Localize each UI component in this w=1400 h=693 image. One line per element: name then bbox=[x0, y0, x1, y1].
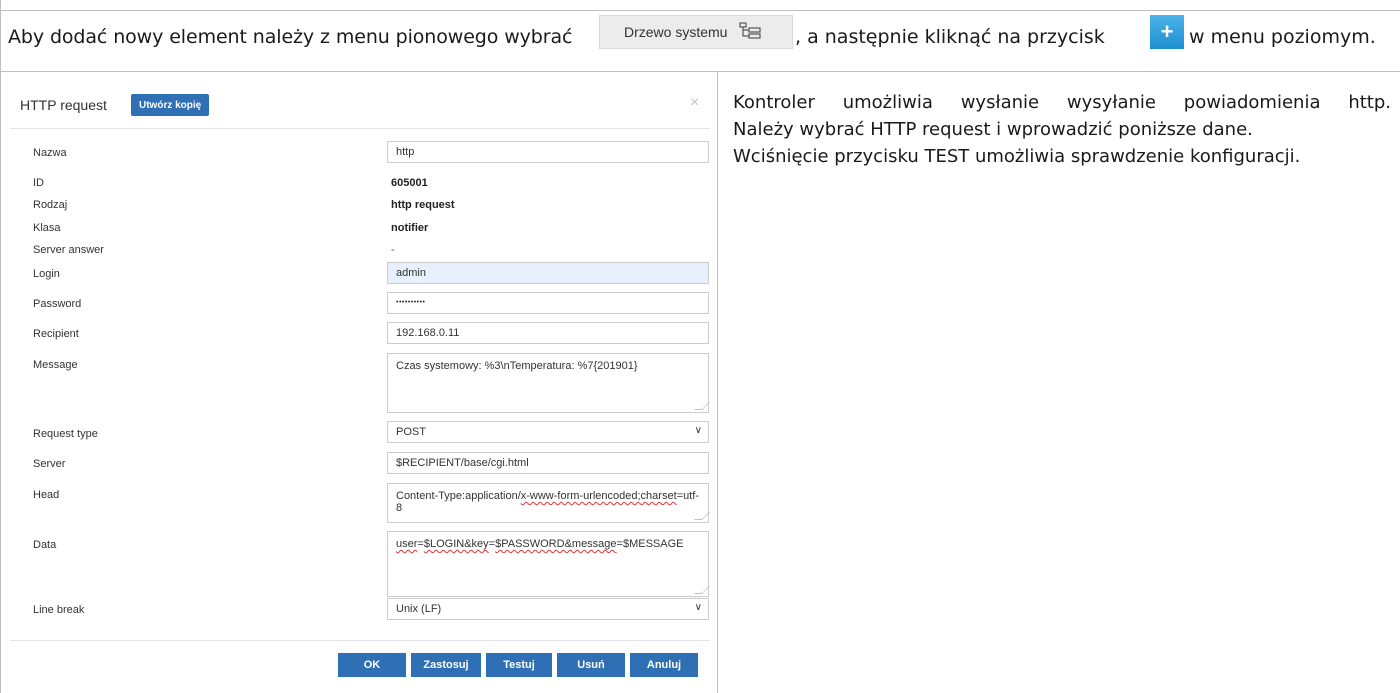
dialog-footer-divider bbox=[10, 640, 710, 641]
server-label: Server bbox=[33, 458, 66, 470]
request-type-value: POST bbox=[396, 426, 426, 438]
instruction-text-2: , a następnie kliknąć na przycisk bbox=[795, 26, 1105, 48]
test-button[interactable]: Testuj bbox=[486, 653, 552, 677]
class-value: notifier bbox=[391, 222, 429, 234]
ok-button[interactable]: OK bbox=[338, 653, 406, 677]
create-copy-button[interactable]: Utwórz kopię bbox=[131, 94, 210, 116]
tree-icon bbox=[739, 21, 762, 43]
id-value: 605001 bbox=[391, 177, 428, 189]
apply-button[interactable]: Zastosuj bbox=[411, 653, 481, 677]
close-icon[interactable]: × bbox=[690, 94, 699, 112]
request-type-label: Request type bbox=[33, 428, 98, 440]
message-label: Message bbox=[33, 359, 78, 371]
server-answer-value: - bbox=[391, 244, 395, 256]
data-text-a: user bbox=[396, 538, 418, 550]
add-button: + bbox=[1150, 15, 1184, 49]
id-label: ID bbox=[33, 177, 44, 189]
login-input[interactable]: admin bbox=[387, 262, 709, 284]
head-text-a: Content-Type:application/ bbox=[396, 490, 521, 502]
description-line-2: Należy wybrać HTTP request i wprowadzić … bbox=[733, 119, 1253, 140]
name-label: Nazwa bbox=[33, 147, 67, 159]
password-label: Password bbox=[33, 298, 82, 310]
line-break-select[interactable]: Unix (LF) ∨ bbox=[387, 598, 709, 620]
system-tree-button: Drzewo systemu bbox=[599, 15, 793, 49]
recipient-label: Recipient bbox=[33, 328, 79, 340]
data-text-f: =$MESSAGE bbox=[616, 538, 684, 550]
resize-grip-icon[interactable] bbox=[694, 512, 710, 520]
type-label: Rodzaj bbox=[33, 199, 68, 211]
line-break-value: Unix (LF) bbox=[396, 603, 442, 615]
resize-grip-icon[interactable] bbox=[694, 402, 710, 410]
login-label: Login bbox=[33, 268, 60, 280]
server-answer-label: Server answer bbox=[33, 244, 104, 256]
http-request-dialog: HTTP request Utwórz kopię × Nazwa http I… bbox=[10, 80, 710, 693]
plus-icon: + bbox=[1160, 19, 1174, 44]
chevron-down-icon: ∨ bbox=[694, 425, 702, 436]
request-type-select[interactable]: POST ∨ bbox=[387, 421, 709, 443]
instruction-text-1: Aby dodać nowy element należy z menu pio… bbox=[8, 26, 573, 48]
data-text-c: $LOGIN&key bbox=[423, 538, 489, 550]
delete-button[interactable]: Usuń bbox=[557, 653, 625, 677]
head-label: Head bbox=[33, 489, 60, 501]
description-text: Kontroler umożliwia wysłanie wysyłanie p… bbox=[733, 89, 1391, 170]
data-label: Data bbox=[33, 539, 57, 551]
cancel-button[interactable]: Anuluj bbox=[630, 653, 698, 677]
server-input[interactable]: $RECIPIENT/base/cgi.html bbox=[387, 452, 709, 474]
message-textarea[interactable]: Czas systemowy: %3\nTemperatura: %7{2019… bbox=[387, 353, 710, 413]
instruction-row: Aby dodać nowy element należy z menu pio… bbox=[0, 10, 1400, 72]
class-label: Klasa bbox=[33, 222, 61, 234]
head-text-b: x-www-form-urlencoded;charset bbox=[520, 490, 677, 502]
data-text-e: $PASSWORD&message bbox=[495, 538, 617, 550]
dialog-title: HTTP request bbox=[20, 97, 107, 113]
data-textarea[interactable]: user=$LOGIN&key=$PASSWORD&message=$MESSA… bbox=[387, 531, 710, 597]
head-textarea[interactable]: Content-Type:application/x-www-form-urle… bbox=[387, 483, 710, 523]
line-break-label: Line break bbox=[33, 604, 85, 616]
description-line-1: Kontroler umożliwia wysłanie wysyłanie p… bbox=[733, 92, 1391, 113]
chevron-down-icon: ∨ bbox=[694, 602, 702, 613]
dialog-header-divider bbox=[10, 128, 710, 129]
instruction-text-3: w menu poziomym. bbox=[1189, 26, 1376, 48]
column-divider bbox=[717, 72, 718, 693]
system-tree-label: Drzewo systemu bbox=[624, 24, 728, 40]
password-input[interactable]: •••••••••• bbox=[387, 292, 709, 314]
message-text: Czas systemowy: %3\nTemperatura: %7{2019… bbox=[396, 360, 638, 372]
recipient-input[interactable]: 192.168.0.11 bbox=[387, 322, 709, 344]
type-value: http request bbox=[391, 199, 455, 211]
description-line-3: Wciśnięcie przycisku TEST umożliwia spra… bbox=[733, 146, 1301, 167]
resize-grip-icon[interactable] bbox=[694, 586, 710, 594]
name-input[interactable]: http bbox=[387, 141, 709, 163]
